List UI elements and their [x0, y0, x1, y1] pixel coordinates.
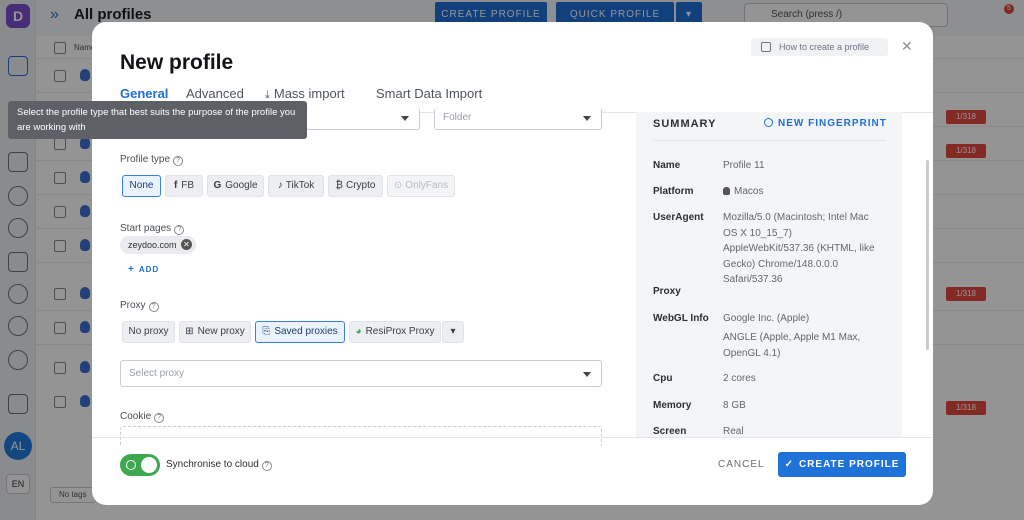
cloud-icon: [126, 460, 136, 470]
video-icon: [761, 42, 771, 52]
profile-type-label: Profile type?: [120, 154, 184, 166]
apple-icon: [723, 187, 730, 195]
proxy-option-new[interactable]: ⊞ New proxy: [179, 321, 251, 343]
proxy-more-dropdown[interactable]: ▾: [442, 321, 464, 343]
sync-cloud-toggle[interactable]: [120, 454, 160, 476]
proxy-label: Proxy?: [120, 300, 159, 312]
tab-mass-import-label: Mass import: [273, 86, 345, 101]
tab-general[interactable]: General: [120, 86, 168, 101]
fingerprint-icon: [764, 118, 773, 127]
profile-type-google[interactable]: G Google: [207, 175, 264, 197]
close-icon[interactable]: ✕: [901, 38, 913, 55]
summary-value-webgl-renderer: ANGLE (Apple, Apple M1 Max, OpenGL 4.1): [723, 332, 861, 359]
summary-key-webgl: WebGL Info: [653, 313, 709, 324]
help-icon[interactable]: ?: [174, 225, 185, 235]
new-profile-modal: New profile How to create a profile ✕ Ge…: [92, 22, 933, 505]
profile-type-onlyfans: ⊙ OnlyFans: [387, 175, 455, 197]
bookmark-icon: ⎘: [262, 326, 271, 337]
select-proxy-placeholder: Select proxy: [129, 368, 185, 379]
summary-key-useragent: UserAgent: [653, 212, 704, 223]
start-pages-label: Start pages?: [120, 223, 185, 235]
google-icon: G: [213, 180, 222, 191]
new-fingerprint-button[interactable]: NEW FINGERPRINT: [764, 118, 887, 129]
name-field[interactable]: [306, 108, 420, 130]
select-proxy-dropdown[interactable]: Select proxy: [120, 360, 602, 387]
tab-smart-data-import[interactable]: Smart Data Import: [376, 86, 482, 101]
start-page-chip: zeydoo.com ✕: [120, 236, 196, 254]
cookie-label: Cookie?: [120, 411, 165, 423]
remove-chip-icon[interactable]: ✕: [181, 239, 192, 250]
bitcoin-icon: ₿: [335, 180, 343, 191]
profile-type-tiktok[interactable]: ♪ TikTok: [268, 175, 324, 197]
modal-scrollbar[interactable]: [926, 160, 929, 350]
summary-value-webgl-vendor: Google Inc. (Apple): [723, 313, 810, 324]
cookie-input[interactable]: [120, 426, 602, 446]
check-icon: ✓: [784, 459, 794, 470]
folder-placeholder: Folder: [443, 112, 472, 123]
profile-type-fb[interactable]: f FB: [165, 175, 203, 197]
facebook-icon: f: [173, 180, 178, 191]
new-proxy-icon: ⊞: [185, 326, 194, 337]
profile-type-none[interactable]: None: [122, 175, 161, 197]
proxy-option-saved[interactable]: ⎘ Saved proxies: [255, 321, 345, 343]
profile-type-tooltip: Select the profile type that best suits …: [8, 101, 307, 139]
cancel-button[interactable]: CANCEL: [718, 459, 765, 470]
how-to-label: How to create a profile: [779, 42, 870, 52]
help-icon[interactable]: ?: [148, 302, 159, 312]
summary-key-cpu: Cpu: [653, 373, 673, 384]
help-icon[interactable]: ?: [173, 156, 184, 166]
onlyfans-icon: ⊙: [393, 180, 403, 191]
resiprox-icon: ◕: [355, 326, 362, 337]
plus-icon: +: [128, 264, 135, 275]
create-profile-button[interactable]: ✓ CREATE PROFILE: [778, 452, 906, 477]
tab-advanced[interactable]: Advanced: [186, 86, 244, 101]
help-icon[interactable]: ?: [154, 413, 165, 423]
summary-key-platform: Platform: [653, 186, 694, 197]
summary-title: SUMMARY: [653, 118, 717, 130]
tiktok-icon: ♪: [277, 180, 283, 191]
summary-panel: SUMMARY NEW FINGERPRINT Name Profile 11 …: [636, 112, 902, 437]
folder-select[interactable]: Folder: [434, 108, 602, 130]
summary-value-useragent: Mozilla/5.0 (Macintosh; Intel Mac OS X 1…: [723, 212, 875, 285]
summary-key-screen: Screen: [653, 426, 687, 437]
sync-cloud-label: Synchronise to cloud?: [166, 459, 272, 471]
summary-value-cpu: 2 cores: [723, 373, 756, 384]
download-icon: ⤓: [265, 89, 270, 101]
tab-mass-import[interactable]: ⤓ Mass import: [265, 86, 345, 102]
summary-key-proxy: Proxy: [653, 286, 681, 297]
summary-key-memory: Memory: [653, 400, 692, 411]
add-start-page-button[interactable]: + ADD: [128, 264, 159, 275]
help-icon[interactable]: ?: [261, 461, 272, 471]
summary-key-name: Name: [653, 160, 681, 171]
summary-value-name: Profile 11: [723, 160, 765, 171]
proxy-option-resiprox[interactable]: ◕ ResiProx Proxy: [349, 321, 441, 343]
proxy-option-none[interactable]: No proxy: [122, 321, 175, 343]
summary-value-platform: Macos: [723, 184, 885, 200]
summary-value-memory: 8 GB: [723, 400, 746, 411]
modal-title: New profile: [120, 51, 234, 74]
how-to-button[interactable]: How to create a profile: [751, 38, 888, 56]
profile-type-crypto[interactable]: ₿ Crypto: [328, 175, 383, 197]
